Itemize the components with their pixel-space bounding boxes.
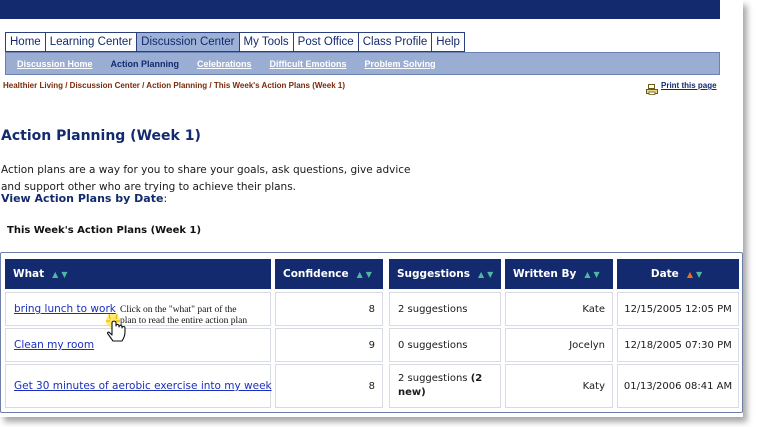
cell-written-by: Kate [505, 292, 613, 326]
sort-desc-icon[interactable]: ▼ [696, 270, 705, 279]
subnav-celebrations[interactable]: Celebrations [197, 59, 252, 69]
cell-written-by: Jocelyn [505, 328, 613, 362]
view-by-date-link[interactable]: View Action Plans by Date [1, 192, 163, 205]
sub-navigation: Discussion Home Action Planning Celebrat… [5, 52, 720, 75]
column-header-written-by-label: Written By [513, 268, 577, 280]
sort-asc-icon[interactable]: ▲ [687, 270, 696, 279]
tab-my-tools[interactable]: My Tools [238, 32, 293, 52]
cell-what: Clean my room [5, 328, 271, 362]
cell-date: 01/13/2006 08:41 AM [617, 364, 739, 408]
tab-post-office[interactable]: Post Office [292, 32, 358, 52]
cell-suggestions: 2 suggestions [389, 292, 501, 326]
print-page-link[interactable]: Print this page [661, 81, 717, 90]
column-header-suggestions-label: Suggestions [397, 268, 470, 280]
cell-suggestions: 2 suggestions (2 new) [389, 364, 501, 408]
page-title: Action Planning (Week 1) [1, 128, 201, 144]
cell-what: Get 30 minutes of aerobic exercise into … [5, 364, 272, 408]
tab-learning-center[interactable]: Learning Center [44, 32, 137, 52]
column-header-date-label: Date [650, 268, 679, 280]
site-header-bar [0, 0, 720, 19]
cell-confidence: 8 [275, 364, 383, 408]
breadcrumb: Healthier Living / Discussion Center / A… [3, 81, 345, 90]
cell-written-by: Katy [505, 364, 613, 408]
column-header-written-by[interactable]: Written By ▲▼ [505, 259, 613, 289]
column-header-confidence-label: Confidence [283, 268, 349, 280]
view-by-date-colon: : [163, 192, 168, 205]
subnav-discussion-home[interactable]: Discussion Home [17, 59, 93, 69]
callout-line-1: Click on the "what" part of the [120, 305, 237, 315]
intro-text: Action plans are a way for you to share … [1, 162, 421, 196]
column-header-date[interactable]: Date ▲▼ [617, 259, 739, 289]
printer-icon[interactable] [646, 80, 658, 95]
subnav-action-planning[interactable]: Action Planning [111, 59, 180, 69]
sort-desc-icon[interactable]: ▼ [366, 270, 375, 279]
sort-desc-icon[interactable]: ▼ [61, 270, 70, 279]
tab-help[interactable]: Help [431, 32, 465, 52]
tab-discussion-center[interactable]: Discussion Center [136, 32, 239, 52]
cell-suggestions: 0 suggestions [389, 328, 501, 362]
view-by-date-row: View Action Plans by Date: [1, 192, 167, 205]
print-page-control[interactable]: Print this page [646, 80, 717, 95]
sort-asc-icon[interactable]: ▲ [478, 270, 487, 279]
sort-desc-icon[interactable]: ▼ [593, 270, 602, 279]
table-caption: This Week's Action Plans (Week 1) [7, 225, 202, 236]
suggestions-count: 2 suggestions [398, 303, 468, 315]
subnav-problem-solving[interactable]: Problem Solving [365, 59, 436, 69]
tab-home[interactable]: Home [5, 32, 45, 52]
main-tabs: Home Learning Center Discussion Center M… [5, 32, 465, 52]
sort-desc-icon[interactable]: ▼ [487, 270, 496, 279]
cell-confidence: 8 [275, 292, 383, 326]
action-plan-link[interactable]: Get 30 minutes of aerobic exercise into … [14, 380, 272, 392]
column-header-what-label: What [13, 268, 45, 280]
intro-line-1: Action plans are a way for you to share … [1, 164, 411, 176]
action-plan-link[interactable]: Clean my room [14, 339, 94, 351]
hand-pointer-icon [104, 312, 130, 344]
suggestions-count: 0 suggestions [398, 339, 468, 351]
cell-date: 12/15/2005 12:05 PM [617, 292, 739, 326]
tab-class-profile[interactable]: Class Profile [357, 32, 432, 52]
cell-date: 12/18/2005 07:30 PM [617, 328, 739, 362]
tutorial-callout: Click on the "what" part of the plan to … [120, 305, 280, 327]
callout-line-2: plan to read the entire action plan [120, 316, 248, 326]
column-header-what[interactable]: What ▲▼ [5, 259, 271, 289]
cell-confidence: 9 [275, 328, 383, 362]
sort-asc-icon[interactable]: ▲ [52, 270, 61, 279]
column-header-confidence[interactable]: Confidence ▲▼ [275, 259, 383, 289]
sort-asc-icon[interactable]: ▲ [357, 270, 366, 279]
suggestions-count: 2 suggestions [398, 373, 468, 384]
column-header-suggestions[interactable]: Suggestions ▲▼ [389, 259, 501, 289]
action-plan-link[interactable]: bring lunch to work [14, 303, 116, 315]
subnav-difficult-emotions[interactable]: Difficult Emotions [270, 59, 347, 69]
